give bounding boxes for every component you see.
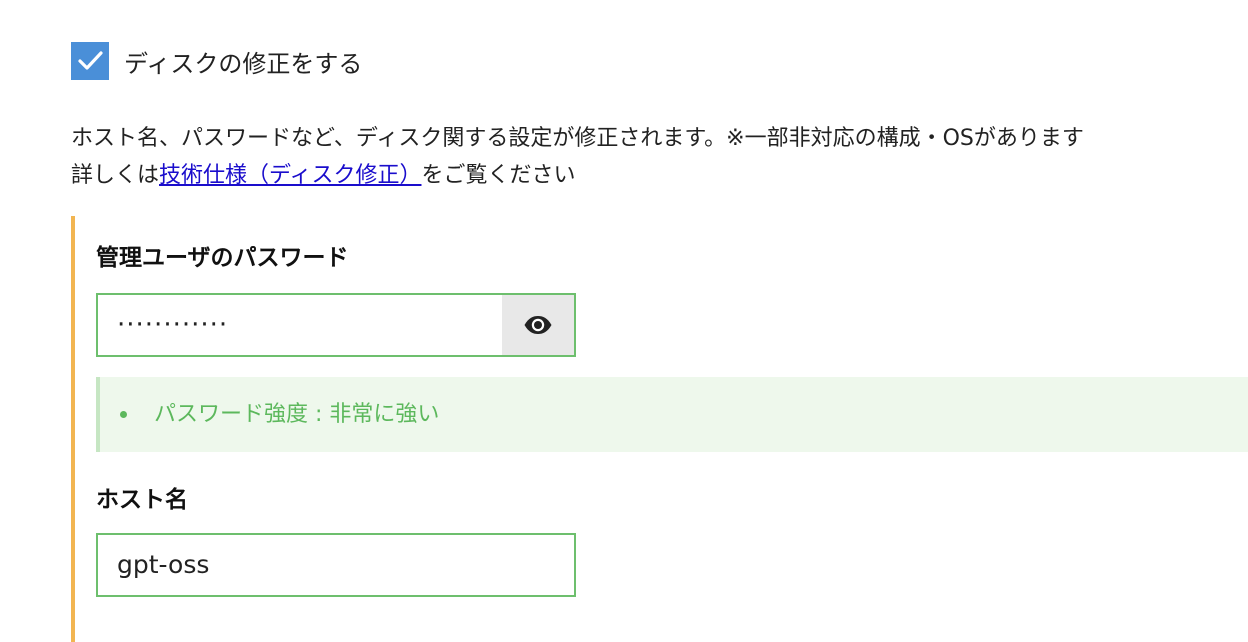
password-value[interactable]: ············ — [117, 295, 228, 355]
hostname-label: ホスト名 — [96, 487, 188, 513]
disk-fix-form: ディスクの修正をする ホスト名、パスワードなど、ディスク関する設定が修正されます… — [0, 0, 1248, 642]
description-line-2: 詳しくは技術仕様（ディスク修正）をご覧ください — [71, 157, 1084, 194]
hostname-field[interactable]: gpt-oss — [96, 533, 576, 597]
password-label: 管理ユーザのパスワード — [96, 245, 349, 271]
password-field[interactable]: ············ — [96, 293, 576, 357]
toggle-password-visibility-button[interactable] — [502, 295, 574, 355]
disk-fix-checkbox-row[interactable]: ディスクの修正をする — [71, 42, 362, 80]
tech-spec-link[interactable]: 技術仕様（ディスク修正） — [159, 163, 421, 188]
disk-fix-checkbox-label[interactable]: ディスクの修正をする — [124, 44, 362, 79]
disk-fix-description: ホスト名、パスワードなど、ディスク関する設定が修正されます。※一部非対応の構成・… — [71, 120, 1084, 194]
description-prefix: 詳しくは — [71, 163, 160, 188]
password-strength-box: パスワード強度 : 非常に強い — [96, 377, 1248, 452]
eye-icon — [524, 316, 552, 334]
password-strength-text: パスワード強度 : 非常に強い — [154, 402, 440, 427]
hostname-value[interactable]: gpt-oss — [117, 535, 209, 595]
checkmark-icon — [78, 51, 103, 70]
bullet-icon — [120, 411, 127, 418]
password-strength-item: パスワード強度 : 非常に強い — [120, 377, 439, 452]
description-line-1: ホスト名、パスワードなど、ディスク関する設定が修正されます。※一部非対応の構成・… — [71, 126, 1084, 151]
description-suffix: をご覧ください — [421, 163, 576, 188]
disk-fix-settings-panel: 管理ユーザのパスワード ············ パスワード強度 : 非常に強い… — [71, 216, 1248, 642]
disk-fix-checkbox[interactable] — [71, 42, 109, 80]
